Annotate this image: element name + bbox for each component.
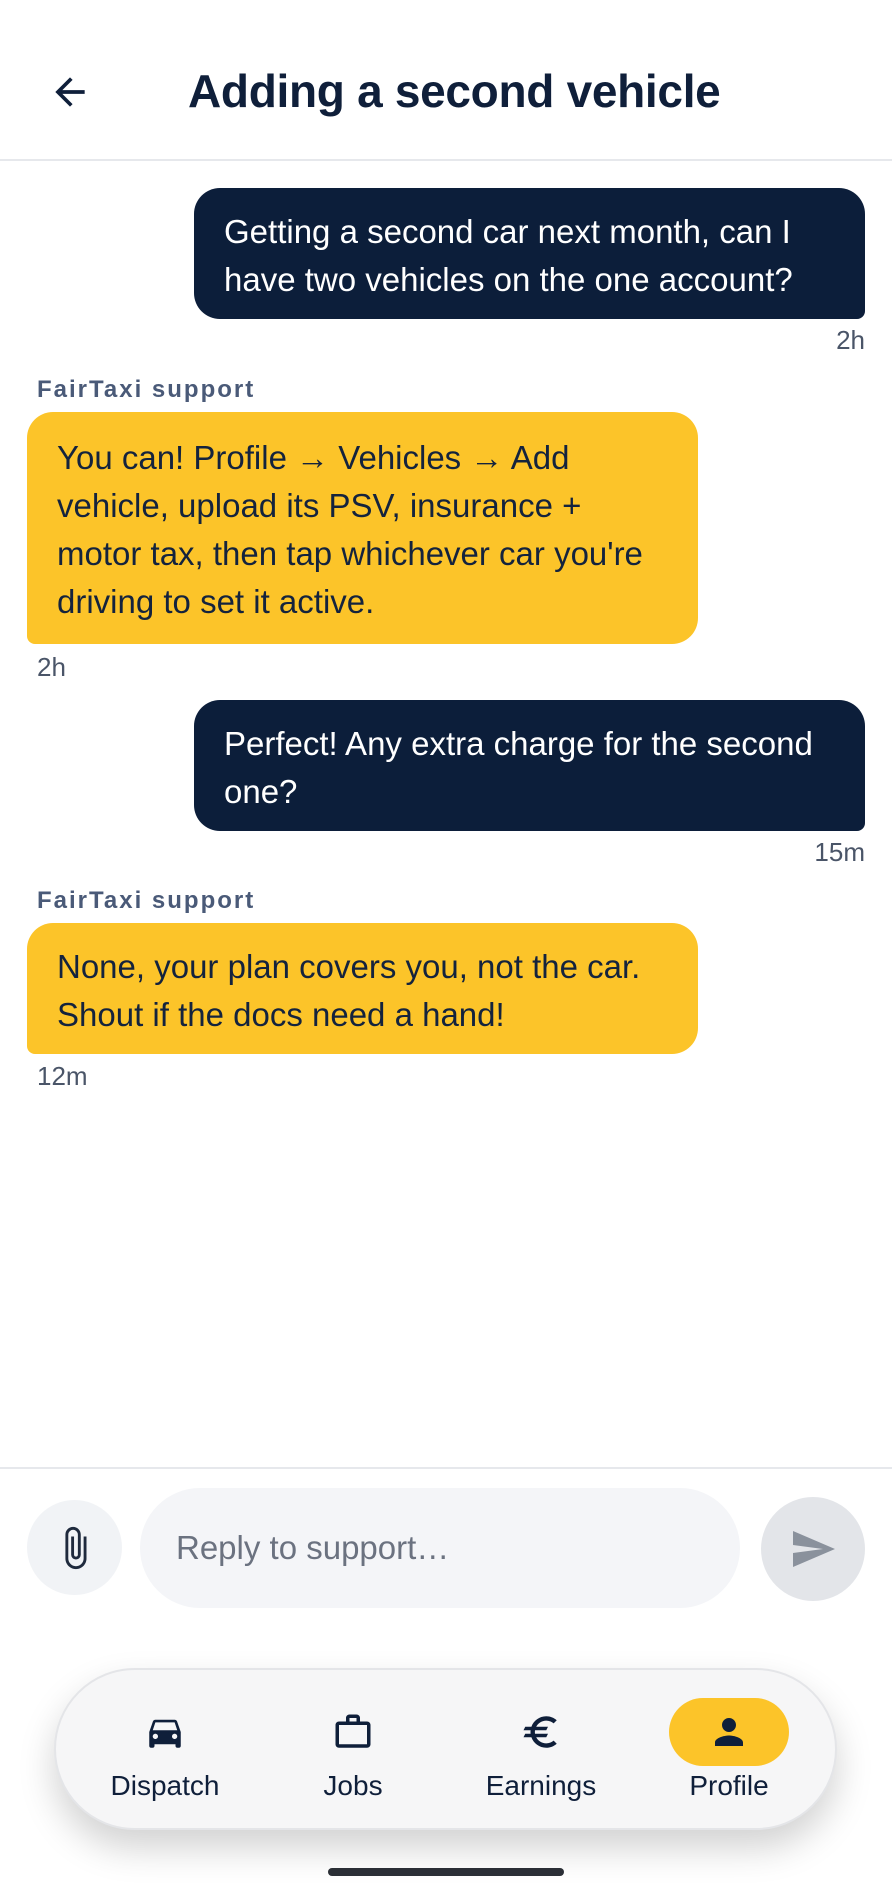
header: Adding a second vehicle: [0, 0, 892, 161]
back-button[interactable]: [40, 62, 100, 122]
nav-item-dispatch[interactable]: Dispatch: [80, 1670, 250, 1828]
page-title: Adding a second vehicle: [188, 65, 721, 117]
paperclip-icon: [64, 1526, 86, 1569]
message-text: Perfect! Any extra charge for the second…: [224, 725, 813, 810]
message-text: Getting a second car next month, can I h…: [224, 213, 793, 298]
composer-divider: [0, 1467, 892, 1469]
home-indicator: [328, 1868, 564, 1876]
send-icon: [793, 1531, 835, 1567]
arrow-left-icon: [55, 77, 85, 107]
nav-item-profile[interactable]: Profile: [644, 1670, 814, 1828]
nav-item-jobs[interactable]: Jobs: [268, 1670, 438, 1828]
nav-label: Dispatch: [110, 1770, 220, 1801]
message-timestamp: 2h: [37, 652, 66, 682]
nav-label: Profile: [689, 1770, 769, 1801]
briefcase-icon: [335, 1714, 371, 1748]
send-button[interactable]: [761, 1497, 865, 1601]
nav-label: Jobs: [323, 1770, 383, 1801]
message-bubble-outgoing: Perfect! Any extra charge for the second…: [194, 700, 865, 831]
message-timestamp: 12m: [37, 1061, 88, 1091]
message-timestamp: 15m: [814, 837, 865, 867]
sender-label: FairTaxi support: [37, 887, 256, 914]
message-bubble-incoming: You can! Profile → Vehicles → Add vehicl…: [27, 412, 698, 644]
reply-input[interactable]: [140, 1488, 740, 1608]
attach-button[interactable]: [27, 1500, 122, 1595]
nav-label: Earnings: [485, 1770, 597, 1801]
message-bubble-incoming: None, your plan covers you, not the car.…: [27, 923, 698, 1054]
message-text: You can! Profile → Vehicles → Add vehicl…: [57, 439, 643, 620]
message-text: None, your plan covers you, not the car.…: [57, 948, 641, 1033]
person-icon: [715, 1718, 743, 1746]
nav-item-earnings[interactable]: Earnings: [456, 1670, 626, 1828]
euro-icon: [523, 1716, 557, 1748]
sender-label: FairTaxi support: [37, 376, 256, 403]
bottom-nav: Dispatch Jobs Earnings Profile: [54, 1668, 837, 1830]
message-bubble-outgoing: Getting a second car next month, can I h…: [194, 188, 865, 319]
car-icon: [149, 1719, 181, 1748]
message-timestamp: 2h: [836, 325, 865, 355]
